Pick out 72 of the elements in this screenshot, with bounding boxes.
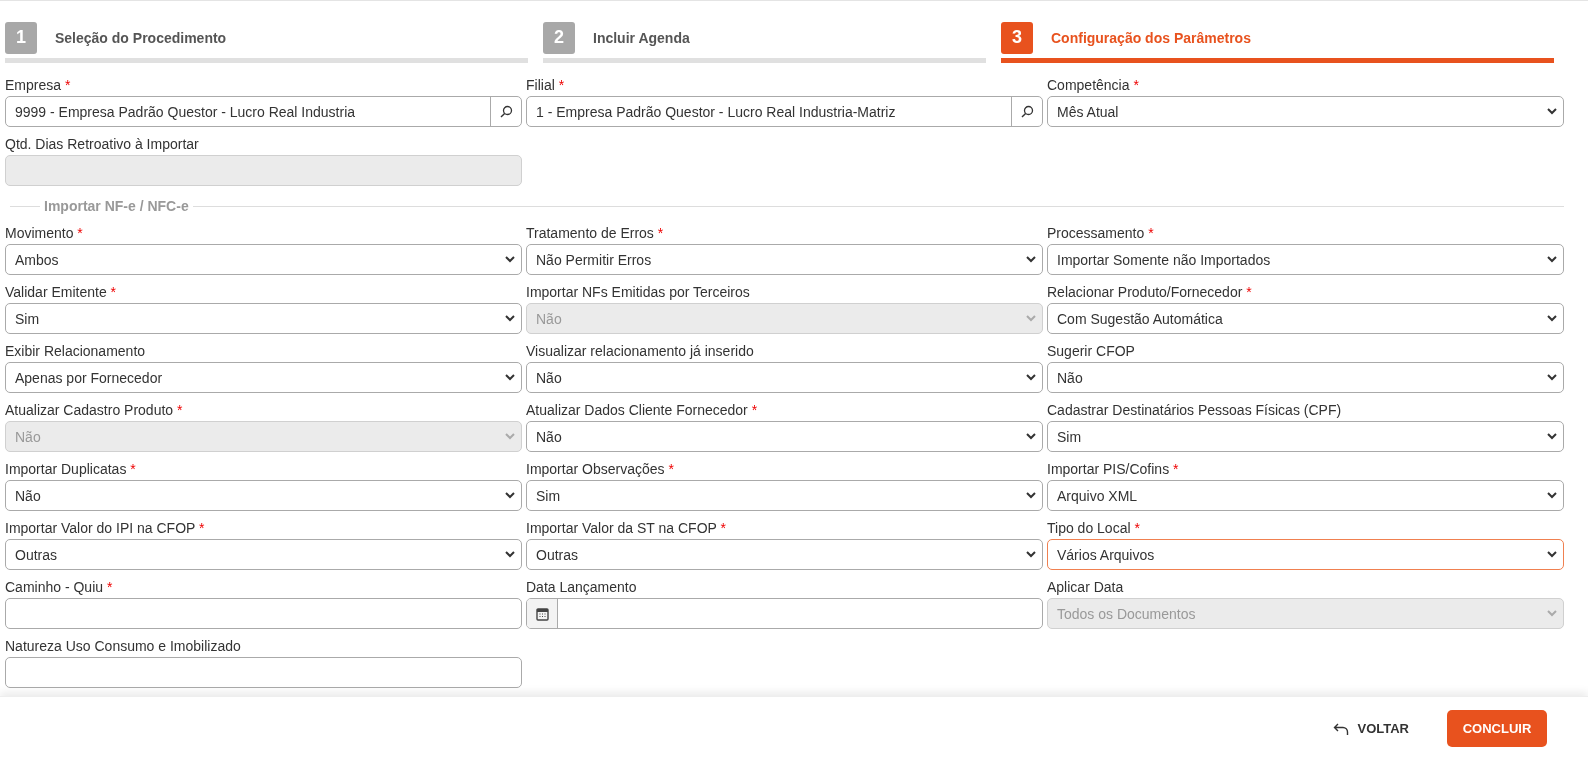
field-label: Cadastrar Destinatários Pessoas Físicas (CPF): [1047, 401, 1343, 420]
dropdown-field[interactable]: Outras: [526, 539, 1043, 570]
dropdown-field[interactable]: Sim: [526, 480, 1043, 511]
dropdown-field[interactable]: Não: [1047, 362, 1564, 393]
field-label: Empresa *: [5, 76, 72, 95]
chevron-down-icon: [1026, 433, 1036, 440]
field-label: Tipo do Local *: [1047, 519, 1141, 538]
dropdown-field[interactable]: Não Permitir Erros: [526, 244, 1043, 275]
chevron-down-icon: [1547, 315, 1557, 322]
dropdown-field[interactable]: Vários Arquivos: [1047, 539, 1564, 570]
chevron-down-icon: [505, 492, 515, 499]
chevron-down-icon: [1547, 492, 1557, 499]
wizard-step-tab[interactable]: 3 Configuração dos Parâmetros: [1001, 19, 1554, 63]
chevron-down-icon: [505, 374, 515, 381]
dropdown-field[interactable]: Outras: [5, 539, 522, 570]
chevron-down-icon: [1547, 256, 1557, 263]
field-label: Visualizar relacionamento já inserido: [526, 342, 755, 361]
chevron-down-icon: [1026, 256, 1036, 263]
chevron-down-icon: [1547, 108, 1557, 115]
field-label: Natureza Uso Consumo e Imobilizado: [5, 637, 242, 656]
chevron-down-icon: [1547, 610, 1557, 617]
field-label: Importar PIS/Cofins *: [1047, 460, 1180, 479]
back-button[interactable]: VOLTAR: [1329, 715, 1413, 742]
dropdown-field[interactable]: Com Sugestão Automática: [1047, 303, 1564, 334]
dropdown-field[interactable]: Sim: [5, 303, 522, 334]
dropdown-field[interactable]: Importar Somente não Importados: [1047, 244, 1564, 275]
field-label: Atualizar Cadastro Produto *: [5, 401, 184, 420]
field-label: Competência *: [1047, 76, 1140, 95]
chevron-down-icon: [1026, 551, 1036, 558]
chevron-down-icon: [1547, 374, 1557, 381]
field-label: Importar Duplicatas *: [5, 460, 137, 479]
chevron-down-icon: [1026, 315, 1036, 322]
field-label: Exibir Relacionamento: [5, 342, 147, 361]
undo-arrow-icon: [1333, 721, 1350, 736]
field-label: Sugerir CFOP: [1047, 342, 1136, 361]
field-label: Tratamento de Erros *: [526, 224, 665, 243]
dropdown-field[interactable]: Não: [526, 421, 1043, 452]
wizard-step-tab[interactable]: 1 Seleção do Procedimento: [5, 19, 528, 63]
chevron-down-icon: [1026, 374, 1036, 381]
input-field[interactable]: [5, 657, 522, 688]
dropdown-field[interactable]: Não: [526, 362, 1043, 393]
field-label: Movimento *: [5, 224, 84, 243]
field-label: Importar Valor do IPI na CFOP *: [5, 519, 206, 538]
dropdown-field[interactable]: Mês Atual: [1047, 96, 1564, 127]
dropdown-field[interactable]: Não: [5, 480, 522, 511]
field-label: Atualizar Dados Cliente Fornecedor *: [526, 401, 759, 420]
dropdown-field[interactable]: Apenas por Fornecedor: [5, 362, 522, 393]
field-label: Data Lançamento: [526, 578, 638, 597]
chevron-down-icon: [505, 551, 515, 558]
field-label: Caminho - Quiu *: [5, 578, 114, 597]
field-label: Aplicar Data: [1047, 578, 1125, 597]
field-label: Relacionar Produto/Fornecedor *: [1047, 283, 1253, 302]
section-legend: Importar NF-e / NFC-e: [40, 198, 193, 214]
dropdown-field[interactable]: Ambos: [5, 244, 522, 275]
field-label: Filial *: [526, 76, 566, 95]
field-label: Processamento *: [1047, 224, 1155, 243]
field-label: Qtd. Dias Retroativo à Importar: [5, 135, 200, 154]
finish-button[interactable]: CONCLUIR: [1447, 710, 1547, 747]
field-label: Validar Emitente *: [5, 283, 118, 302]
field-label: Importar Valor da ST na CFOP *: [526, 519, 727, 538]
chevron-down-icon: [505, 315, 515, 322]
chevron-down-icon: [505, 433, 515, 440]
chevron-down-icon: [1026, 492, 1036, 499]
chevron-down-icon: [1547, 551, 1557, 558]
field-label: Importar NFs Emitidas por Terceiros: [526, 283, 751, 302]
wizard-step-tab[interactable]: 2 Incluir Agenda: [543, 19, 986, 63]
dropdown-field[interactable]: Sim: [1047, 421, 1564, 452]
input-field[interactable]: [5, 598, 522, 629]
chevron-down-icon: [1547, 433, 1557, 440]
field-label: Importar Observações *: [526, 460, 675, 479]
chevron-down-icon: [505, 256, 515, 263]
dropdown-field[interactable]: Arquivo XML: [1047, 480, 1564, 511]
